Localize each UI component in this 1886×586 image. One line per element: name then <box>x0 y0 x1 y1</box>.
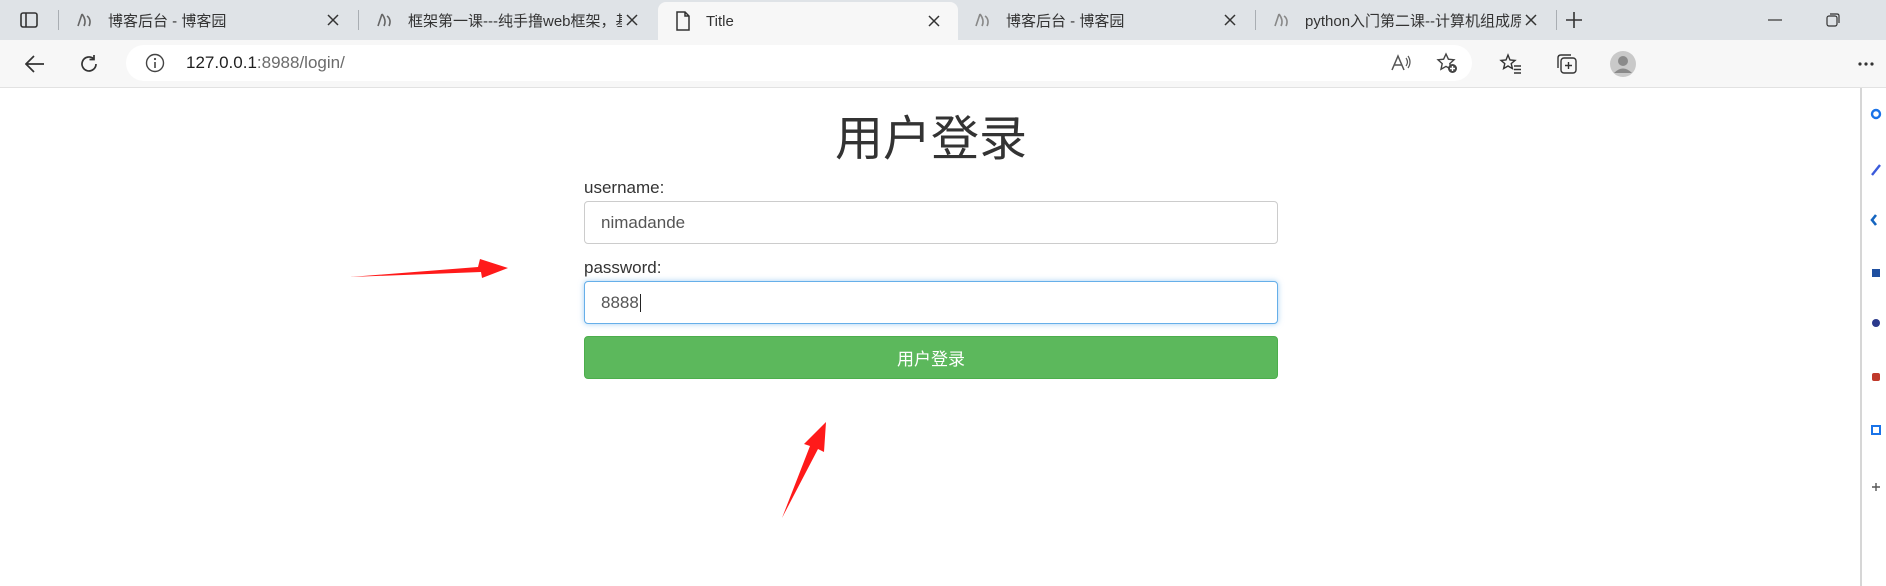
password-label: password: <box>584 258 662 277</box>
shopping-icon[interactable] <box>1870 266 1882 280</box>
tab-actions-icon[interactable] <box>14 8 44 32</box>
tab-separator <box>58 10 59 30</box>
search-icon[interactable] <box>1870 108 1882 122</box>
annotation-arrow-icon <box>350 259 508 278</box>
tab-5[interactable]: python入门第二课--计算机组成原 <box>1257 0 1555 40</box>
info-icon[interactable] <box>144 52 166 74</box>
add-icon[interactable] <box>1870 480 1882 494</box>
close-icon[interactable] <box>622 10 642 30</box>
favorites-icon[interactable] <box>1494 47 1528 81</box>
cnblogs-icon <box>1271 9 1293 31</box>
password-value: 8888 <box>601 292 639 312</box>
add-favorite-icon[interactable] <box>1432 48 1462 78</box>
url-path: :8988/login/ <box>256 53 345 72</box>
tab-title: 框架第一课---纯手撸web框架，基 <box>408 12 622 30</box>
tab-1[interactable]: 博客后台 - 博客园 <box>60 0 357 40</box>
refresh-icon[interactable] <box>72 47 106 81</box>
tab-title: 博客后台 - 博客园 <box>108 12 227 30</box>
edge-sidebar <box>1862 88 1886 586</box>
tab-2[interactable]: 框架第一课---纯手撸web框架，基 <box>360 0 656 40</box>
outlook-icon[interactable] <box>1870 423 1882 437</box>
tab-4[interactable]: 博客后台 - 博客园 <box>958 0 1254 40</box>
tab-separator <box>1255 10 1256 30</box>
username-input[interactable]: nimadande <box>584 201 1278 244</box>
tab-strip: 博客后台 - 博客园 框架第一课---纯手撸web框架，基 Title 博客后台… <box>0 0 1886 40</box>
cnblogs-icon <box>972 9 994 31</box>
url-host: 127.0.0.1 <box>186 53 257 72</box>
new-tab-icon[interactable] <box>1560 6 1588 34</box>
annotation-arrow-icon <box>782 422 826 518</box>
page-title: 用户登录 <box>834 111 1027 167</box>
tab-title: 博客后台 - 博客园 <box>1006 12 1125 30</box>
read-aloud-icon[interactable] <box>1386 48 1416 78</box>
username-label: username: <box>584 178 665 197</box>
more-options-icon[interactable] <box>1854 47 1878 81</box>
back-icon[interactable] <box>18 47 52 81</box>
cnblogs-icon <box>374 9 396 31</box>
page-icon <box>672 10 694 32</box>
close-icon[interactable] <box>924 11 944 31</box>
password-input[interactable]: 8888 <box>584 281 1278 324</box>
collections-icon[interactable] <box>1550 47 1584 81</box>
tab-separator <box>1556 10 1557 30</box>
minimize-icon[interactable] <box>1755 6 1795 34</box>
tab-title: python入门第二课--计算机组成原 <box>1305 12 1521 30</box>
url-text[interactable]: 127.0.0.1:8988/login/ <box>186 53 345 73</box>
tab-3-active[interactable]: Title <box>658 2 958 40</box>
close-icon[interactable] <box>1521 10 1541 30</box>
tab-separator <box>358 10 359 30</box>
tab-title: Title <box>706 12 734 30</box>
cnblogs-icon <box>74 9 96 31</box>
tools-icon[interactable] <box>1870 213 1882 227</box>
browser-toolbar: 127.0.0.1:8988/login/ <box>0 40 1886 88</box>
close-icon[interactable] <box>323 10 343 30</box>
restore-icon[interactable] <box>1813 6 1853 34</box>
username-value: nimadande <box>601 212 686 232</box>
office-icon[interactable] <box>1870 370 1882 384</box>
text-caret <box>639 293 641 312</box>
profile-avatar-icon[interactable] <box>1606 47 1640 81</box>
login-submit-button[interactable]: 用户登录 <box>584 336 1278 379</box>
games-icon[interactable] <box>1870 316 1882 330</box>
address-bar[interactable]: 127.0.0.1:8988/login/ <box>126 45 1472 81</box>
close-icon[interactable] <box>1220 10 1240 30</box>
compose-icon[interactable] <box>1870 163 1882 177</box>
